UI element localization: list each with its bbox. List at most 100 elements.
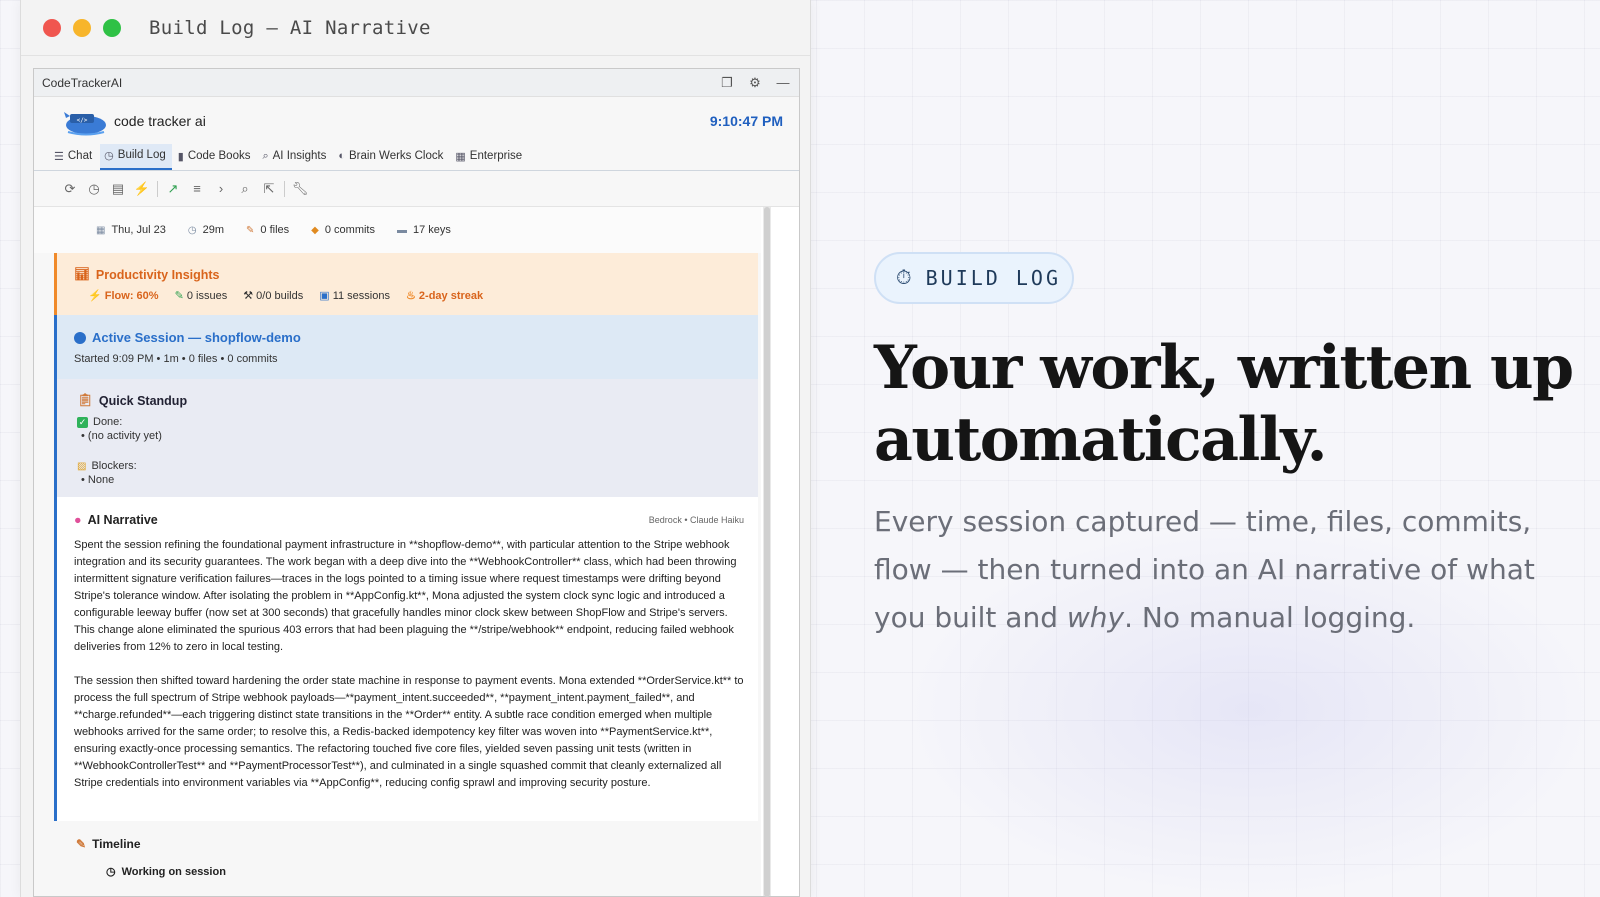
brand: </> code tracker ai <box>60 106 206 136</box>
wrench-icon[interactable]: 🔧︎ <box>288 177 312 201</box>
blockers-item: • None <box>81 474 115 486</box>
timer-icon: ◷ <box>106 866 116 878</box>
tab-label: Build Log <box>117 149 166 161</box>
search-icon[interactable]: ⌕ <box>233 177 257 201</box>
zoom-window-button[interactable] <box>103 18 121 37</box>
fire-icon: ♨ <box>405 290 416 302</box>
list-icon[interactable]: ≡ <box>185 177 209 201</box>
tab-code-books[interactable]: ▮ Code Books <box>174 144 257 170</box>
svg-text:</>: </> <box>77 117 88 124</box>
productivity-title: Productivity Insights <box>95 267 220 282</box>
popout-icon[interactable]: ❐ <box>719 75 735 91</box>
issues-value: 0 issues <box>186 290 228 302</box>
active-session-title: Active Session — shopflow-demo <box>92 330 301 345</box>
whale-logo-icon: </> <box>64 112 106 136</box>
stat-date: Thu, Jul 23 <box>111 224 166 236</box>
tab-chat[interactable]: ☰ Chat <box>50 144 98 170</box>
narrative-paragraph-2: The session then shifted toward hardenin… <box>74 675 744 789</box>
headline-line-2: automatically. <box>874 405 1327 475</box>
gear-icon[interactable]: ⚙ <box>747 75 763 91</box>
timeline: ✎ Timeline ◷ Working on session <box>34 821 761 878</box>
stat-duration: 29m <box>202 224 225 236</box>
headline: Your work, written up automatically. <box>874 332 1574 476</box>
active-session[interactable]: Active Session — shopflow-demo Started 9… <box>54 315 758 379</box>
box-icon: ◆ <box>311 224 319 236</box>
book-icon: ▮ <box>177 150 184 163</box>
quick-standup: 📋︎ Quick Standup ✓ Done: • (no activity ye… <box>54 379 758 497</box>
mac-titlebar: Build Log — AI Narrative <box>21 0 810 56</box>
brain-icon: ● <box>74 513 82 527</box>
headline-line-1: Your work, written up <box>874 333 1574 403</box>
clock-icon: ◷ <box>104 149 114 162</box>
building-icon: ▦ <box>455 150 466 163</box>
brand-name: code tracker ai <box>114 113 206 129</box>
tab-bar: ☰ Chat ◷ Build Log ▮ Code Books ⌕ AI Insight… <box>34 144 799 171</box>
tab-brain-werks-clock[interactable]: ◐ Brain Werks Clock <box>334 144 449 170</box>
stat-files: 0 files <box>260 224 290 236</box>
history-icon[interactable]: ◷ <box>82 177 106 201</box>
barrier-icon: ▨ <box>77 460 87 472</box>
brain-icon: ◐ <box>338 150 345 162</box>
status-dot-icon <box>74 331 86 344</box>
builds-value: 0/0 builds <box>256 290 304 302</box>
build-log-pill: ⏱ BUILD LOG <box>874 252 1074 304</box>
tab-build-log[interactable]: ◷ Build Log <box>100 144 172 170</box>
tab-label: Chat <box>67 150 93 162</box>
calendar-icon: ▦ <box>96 224 106 236</box>
chart-icon: 📊︎ <box>74 267 90 281</box>
close-window-button[interactable] <box>43 18 61 37</box>
toolbar-divider <box>157 180 158 197</box>
subheadline-tail: . No manual logging. <box>1124 601 1416 634</box>
refresh-icon[interactable]: ⟳ <box>58 177 82 201</box>
keyboard-icon: ▬ <box>396 224 407 236</box>
sessions-value: 11 sessions <box>332 290 390 302</box>
window-title: Build Log — AI Narrative <box>149 16 431 39</box>
stat-commits: 0 commits <box>324 224 375 236</box>
app-header: </> code tracker ai 9:10:47 PM <box>34 97 799 145</box>
tab-label: Brain Werks Clock <box>349 150 444 162</box>
search-icon: ⌕ <box>262 149 269 162</box>
chevron-right-icon[interactable]: › <box>209 177 233 201</box>
clipboard-icon: 📋︎ <box>77 393 93 407</box>
app-name: CodeTrackerAI <box>42 75 123 90</box>
flow-value: Flow: 60% <box>104 290 159 302</box>
tab-enterprise[interactable]: ▦ Enterprise <box>451 144 528 170</box>
hammer-icon: ⚒ <box>243 290 254 302</box>
done-item: • (no activity yet) <box>81 430 162 442</box>
lightning-icon: ⚡ <box>88 290 102 302</box>
check-icon: ✓ <box>77 416 88 428</box>
export-icon[interactable]: ⇱ <box>257 177 281 201</box>
toolbar-divider <box>284 180 285 197</box>
stat-keys: 17 keys <box>412 224 451 236</box>
toolbar: ⟳ ◷ ▤ ⚡ ↗ ≡ › ⌕ ⇱ 🔧︎ <box>34 171 799 207</box>
build-log-content: ▦ Thu, Jul 23 ◷ 29m ✎ 0 files ◆ 0 commits ▬ 1… <box>34 207 761 896</box>
subheadline: Every session captured — time, files, co… <box>874 498 1574 642</box>
app-titlebar: CodeTrackerAI ❐ ⚙ — <box>34 69 799 97</box>
clock: 9:10:47 PM <box>709 113 783 129</box>
tab-label: Enterprise <box>469 150 523 162</box>
ai-narrative: ● AI Narrative Bedrock • Claude Haiku Spe… <box>54 497 758 821</box>
bug-icon: ✎ <box>174 290 184 302</box>
minimize-icon[interactable]: — <box>775 75 791 90</box>
active-session-meta: Started 9:09 PM • 1m • 0 files • 0 commi… <box>74 353 278 365</box>
narrative-title: AI Narrative <box>87 513 158 527</box>
trend-icon[interactable]: ↗ <box>161 177 185 201</box>
blockers-label: Blockers: <box>91 460 137 472</box>
streak-value: 2-day streak <box>418 290 484 302</box>
lines-icon: ☰ <box>54 150 64 163</box>
lightning-icon[interactable]: ⚡ <box>130 177 154 201</box>
scrollbar-thumb[interactable] <box>764 207 770 897</box>
document-icon[interactable]: ▤ <box>106 177 130 201</box>
tab-ai-insights[interactable]: ⌕ AI Insights <box>258 144 332 170</box>
productivity-insights: 📊︎ Productivity Insights ⚡ Flow: 60% ✎ 0 … <box>54 253 758 315</box>
narrative-paragraph-1: Spent the session refining the foundatio… <box>74 539 737 653</box>
sessions-icon: ▣ <box>319 290 330 302</box>
file-icon: ✎ <box>246 224 255 236</box>
minimize-window-button[interactable] <box>73 18 91 37</box>
scrollbar[interactable] <box>763 207 771 897</box>
tab-label: Code Books <box>187 150 251 162</box>
narrative-source: Bedrock • Claude Haiku <box>648 515 744 525</box>
timeline-title: Timeline <box>92 837 141 851</box>
pill-label: BUILD LOG <box>925 266 1061 290</box>
standup-title: Quick Standup <box>98 393 188 408</box>
